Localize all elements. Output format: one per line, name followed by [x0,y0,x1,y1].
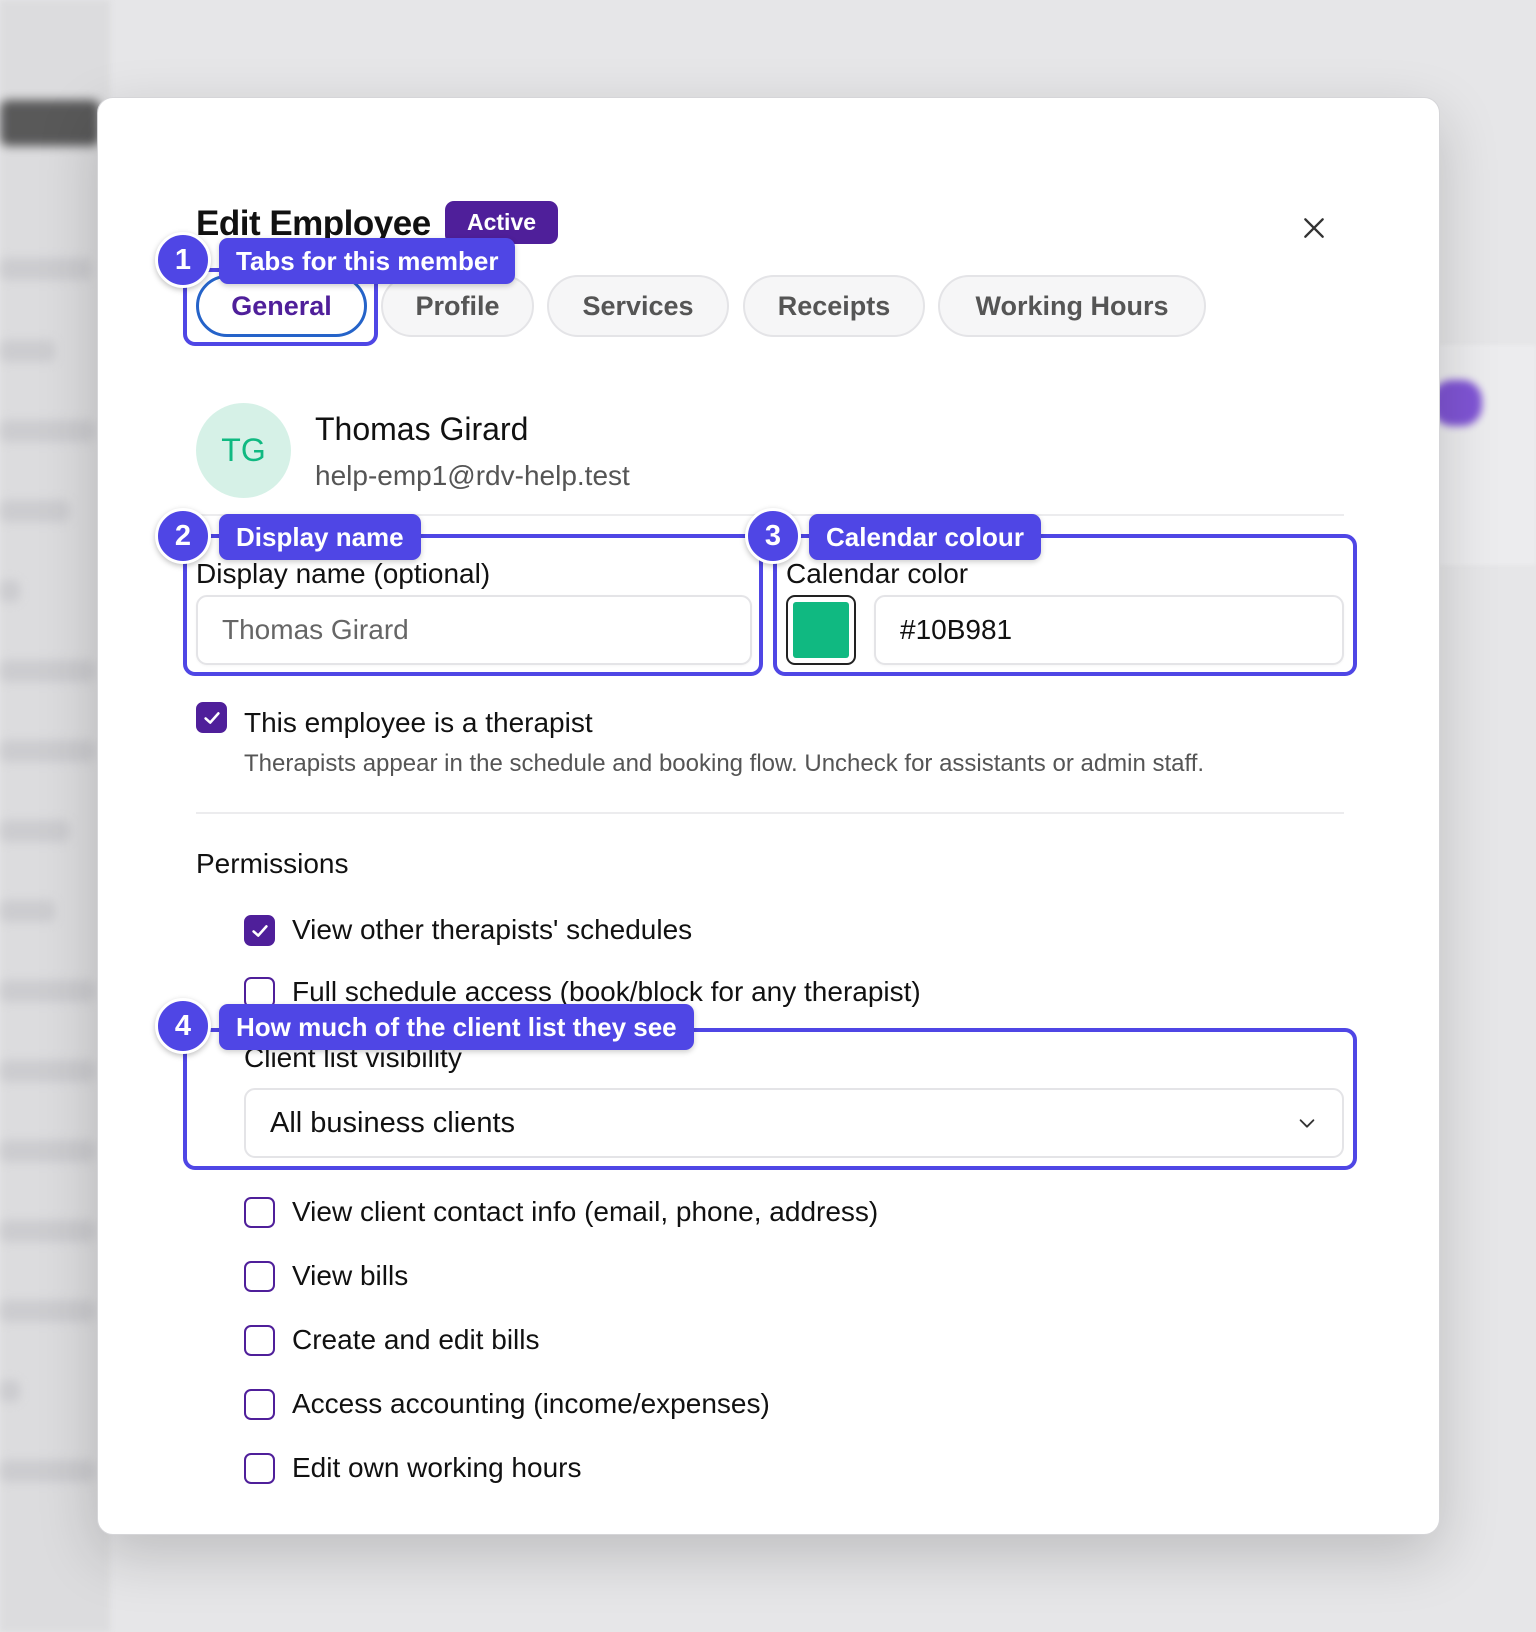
annotation-number: 4 [155,998,211,1054]
chevron-down-icon [1299,1119,1315,1128]
tab-working-hours[interactable]: Working Hours [938,275,1206,337]
permission-label: View bills [292,1260,409,1291]
display-name-input[interactable]: Thomas Girard [196,595,752,665]
permission-checkbox-working-hours[interactable] [244,1453,275,1484]
permission-checkbox-contact-info[interactable] [244,1197,275,1228]
annotation-number: 3 [745,508,801,564]
display-name-placeholder: Thomas Girard [222,614,409,645]
permission-label: View client contact info (email, phone, … [292,1196,879,1227]
calendar-color-label: Calendar color [786,558,969,589]
client-list-selected: All business clients [270,1106,515,1139]
annotation-number: 2 [155,508,211,564]
background-title [0,100,100,146]
annotation-label: Display name [219,514,421,560]
tab-general[interactable]: General [196,275,367,337]
permission-checkbox-view-bills[interactable] [244,1261,275,1292]
annotation-label: Calendar colour [809,514,1041,560]
edit-employee-modal: Edit Employee Active General Profile Ser… [97,97,1440,1535]
tab-services[interactable]: Services [547,275,729,337]
close-icon [1304,218,1324,238]
permission-label: Create and edit bills [292,1324,540,1355]
annotation-label: How much of the client list they see [219,1004,694,1050]
check-icon [251,924,268,937]
therapist-help-text: Therapists appear in the schedule and bo… [244,750,1205,777]
therapist-checkbox[interactable] [196,702,227,733]
permission-checkbox-accounting[interactable] [244,1389,275,1420]
calendar-color-swatch[interactable] [786,595,856,665]
permission-label: View other therapists' schedules [292,914,693,945]
employee-name: Thomas Girard [315,411,529,447]
client-list-select[interactable]: All business clients [244,1088,1344,1158]
color-swatch-fill [793,602,849,658]
employee-email: help-emp1@rdv-help.test [315,460,630,491]
permission-checkbox-edit-bills[interactable] [244,1325,275,1356]
annotation-label: Tabs for this member [219,238,516,284]
display-name-label: Display name (optional) [196,558,491,589]
permissions-heading: Permissions [196,848,349,879]
avatar: TG [196,403,291,498]
calendar-color-input[interactable]: #10B981 [874,595,1344,665]
divider [196,812,1344,814]
check-icon [203,711,220,724]
permission-label: Access accounting (income/expenses) [292,1388,770,1419]
therapist-label: This employee is a therapist [244,707,593,738]
tab-receipts[interactable]: Receipts [743,275,925,337]
permission-label: Edit own working hours [292,1452,582,1483]
annotation-number: 1 [155,232,211,288]
close-button[interactable] [1294,206,1334,246]
permission-checkbox-view-schedules[interactable] [244,915,275,946]
tab-profile[interactable]: Profile [381,275,534,337]
calendar-color-value: #10B981 [900,614,1013,645]
